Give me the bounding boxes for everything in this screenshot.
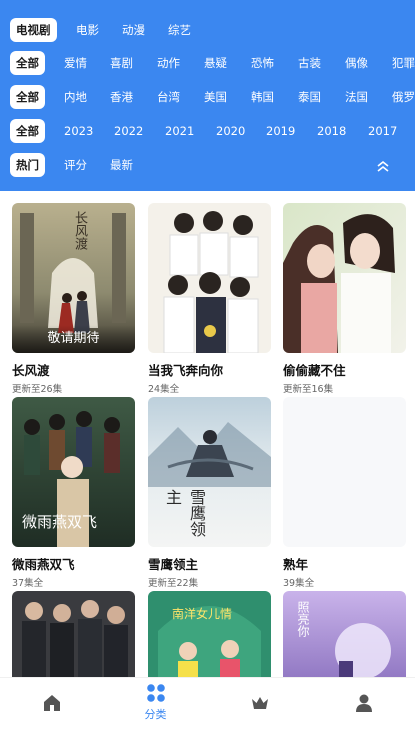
year-chip-all[interactable]: 全部 <box>10 119 45 143</box>
type-chip-anime[interactable]: 动漫 <box>122 18 145 42</box>
poster-title-art: 南洋女儿情 <box>172 607 233 621</box>
tab-profile[interactable] <box>312 678 415 730</box>
poster-placeholder[interactable] <box>283 397 406 547</box>
region-chip[interactable]: 法国 <box>345 85 368 109</box>
tab-label: 分类 <box>144 708 167 721</box>
poster-image[interactable]: 照亮你 <box>283 591 406 677</box>
sort-filter-row: 热门 评分 最新 <box>0 153 415 181</box>
poster-title-art: 照亮你 <box>296 601 310 637</box>
year-chip[interactable]: 2020 <box>216 119 245 143</box>
video-title: 微雨燕双飞 <box>12 557 75 572</box>
category-grid-icon <box>147 684 165 702</box>
video-card[interactable] <box>12 591 135 677</box>
genre-chip[interactable]: 爱情 <box>64 51 87 75</box>
video-status: 39集全 <box>283 578 315 589</box>
sort-chip-hot[interactable]: 热门 <box>10 153 45 177</box>
genre-chip[interactable]: 动作 <box>157 51 180 75</box>
video-title: 雪鹰领主 <box>148 557 199 572</box>
genre-chip[interactable]: 古装 <box>298 51 321 75</box>
type-chip-variety[interactable]: 综艺 <box>168 18 191 42</box>
year-chip[interactable]: 2021 <box>165 119 194 143</box>
user-icon <box>356 694 372 712</box>
poster-art <box>148 203 271 353</box>
video-title: 当我飞奔向你 <box>148 363 224 378</box>
poster-title-art: 长风渡 <box>72 211 87 250</box>
genre-chip[interactable]: 喜剧 <box>110 51 133 75</box>
year-chip[interactable]: 2018 <box>317 119 346 143</box>
poster-image[interactable]: 微雨燕双飞 <box>12 397 135 547</box>
year-chip[interactable]: 2017 <box>368 119 397 143</box>
year-filter-row: 全部 2023 2022 2021 2020 2019 2018 2017 <box>0 119 415 147</box>
poster-title-art: 微雨燕双飞 <box>22 513 98 531</box>
region-chip[interactable]: 俄罗斯 <box>392 85 415 109</box>
poster-art <box>283 203 406 353</box>
double-chevron-up-icon[interactable] <box>375 158 391 174</box>
sort-chip-latest[interactable]: 最新 <box>110 153 133 177</box>
region-chip[interactable]: 韩国 <box>251 85 274 109</box>
year-chip[interactable]: 2022 <box>114 119 143 143</box>
filter-panel: 电视剧 电影 动漫 综艺 全部 爱情 喜剧 动作 悬疑 恐怖 古装 偶像 犯罪 … <box>0 0 415 191</box>
video-card[interactable]: 熟年 39集全 <box>283 397 406 589</box>
video-status: 37集全 <box>12 578 44 589</box>
region-chip[interactable]: 泰国 <box>298 85 321 109</box>
poster-title-art: 雪鹰领主 <box>163 489 206 537</box>
tab-vip[interactable] <box>208 678 311 730</box>
region-chip-all[interactable]: 全部 <box>10 85 45 109</box>
poster-image[interactable] <box>283 203 406 353</box>
video-status: 24集全 <box>148 384 180 395</box>
type-filter-row: 电视剧 电影 动漫 综艺 <box>0 18 415 46</box>
genre-chip-all[interactable]: 全部 <box>10 51 45 75</box>
video-card[interactable]: 雪鹰领主 雪鹰领主 更新至22集 <box>148 397 271 589</box>
video-title: 偷偷藏不住 <box>283 363 346 378</box>
coming-soon-badge: 敬请期待 <box>12 325 135 353</box>
genre-chip[interactable]: 偶像 <box>345 51 368 75</box>
poster-image[interactable] <box>12 591 135 677</box>
poster-image[interactable] <box>148 203 271 353</box>
poster-image[interactable]: 雪鹰领主 <box>148 397 271 547</box>
video-card[interactable]: 当我飞奔向你 24集全 <box>148 203 271 395</box>
video-card[interactable]: 偷偷藏不住 更新至16集 <box>283 203 406 395</box>
home-icon <box>44 695 60 711</box>
video-grid: 长风渡 敬请期待 长风渡 更新至26集 当我飞奔向你 24集全 偷偷藏不住 更新… <box>0 191 415 677</box>
sort-chip-rating[interactable]: 评分 <box>64 153 87 177</box>
video-title: 长风渡 <box>12 363 50 378</box>
year-chip[interactable]: 2023 <box>64 119 93 143</box>
type-chip-movie[interactable]: 电影 <box>76 18 99 42</box>
region-chip[interactable]: 内地 <box>64 85 87 109</box>
video-card[interactable]: 长风渡 敬请期待 长风渡 更新至26集 <box>12 203 135 395</box>
crown-icon <box>252 697 268 709</box>
video-status: 更新至22集 <box>148 578 199 589</box>
region-chip[interactable]: 美国 <box>204 85 227 109</box>
bottom-tab-bar: 分类 <box>0 677 415 730</box>
region-filter-row: 全部 内地 香港 台湾 美国 韩国 泰国 法国 俄罗斯 <box>0 85 415 113</box>
poster-image[interactable]: 南洋女儿情 <box>148 591 271 677</box>
genre-chip[interactable]: 悬疑 <box>204 51 227 75</box>
region-chip[interactable]: 台湾 <box>157 85 180 109</box>
year-chip[interactable]: 2019 <box>266 119 295 143</box>
poster-art <box>148 591 271 677</box>
tab-home[interactable] <box>0 678 103 730</box>
genre-chip[interactable]: 犯罪 <box>392 51 415 75</box>
video-status: 更新至26集 <box>12 384 63 395</box>
genre-chip[interactable]: 恐怖 <box>251 51 274 75</box>
video-card[interactable]: 照亮你 <box>283 591 406 677</box>
video-card[interactable]: 南洋女儿情 <box>148 591 271 677</box>
region-chip[interactable]: 香港 <box>110 85 133 109</box>
type-chip-tv[interactable]: 电视剧 <box>10 18 57 42</box>
video-title: 熟年 <box>283 557 309 572</box>
video-card[interactable]: 微雨燕双飞 微雨燕双飞 37集全 <box>12 397 135 589</box>
video-status: 更新至16集 <box>283 384 334 395</box>
poster-art <box>12 591 135 677</box>
genre-filter-row: 全部 爱情 喜剧 动作 悬疑 恐怖 古装 偶像 犯罪 <box>0 51 415 79</box>
poster-image[interactable]: 长风渡 敬请期待 <box>12 203 135 353</box>
tab-category[interactable]: 分类 <box>104 678 207 730</box>
